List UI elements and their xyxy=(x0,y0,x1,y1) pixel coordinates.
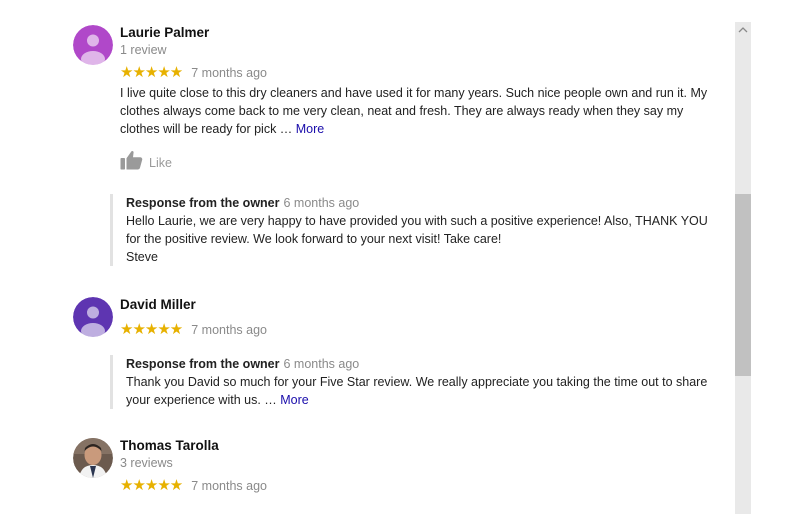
avatar-person-icon[interactable] xyxy=(73,297,113,337)
star-rating-icon: ★★★★★ xyxy=(120,321,183,338)
review-count: 1 review xyxy=(120,43,167,57)
response-text: Hello Laurie, we are very happy to have … xyxy=(126,214,708,264)
reviewer-name[interactable]: Laurie Palmer xyxy=(120,25,209,40)
avatar-person-icon[interactable] xyxy=(73,25,113,65)
response-title: Response from the owner xyxy=(126,357,280,371)
like-label: Like xyxy=(149,155,172,170)
review-count: 3 reviews xyxy=(120,456,173,470)
response-date: 6 months ago xyxy=(283,196,360,210)
scrollbar-thumb[interactable] xyxy=(735,194,751,376)
review-date: 7 months ago xyxy=(191,479,267,493)
response-title: Response from the owner xyxy=(126,196,280,210)
reviewer-name[interactable]: Thomas Tarolla xyxy=(120,438,219,453)
rating-row: ★★★★★ 7 months ago xyxy=(120,322,267,338)
response-text: Thank you David so much for your Five St… xyxy=(126,373,715,409)
star-rating-icon: ★★★★★ xyxy=(120,64,183,81)
owner-response: Response from the owner 6 months ago Hell… xyxy=(110,194,715,266)
rating-row: ★★★★★ 7 months ago xyxy=(120,478,267,494)
response-header: Response from the owner 6 months ago xyxy=(126,194,715,212)
avatar-photo[interactable] xyxy=(73,438,113,478)
thumbs-up-icon xyxy=(120,150,143,175)
owner-response: Response from the owner 6 months ago Than… xyxy=(110,355,715,409)
reviewer-name[interactable]: David Miller xyxy=(120,297,196,312)
scrollbar[interactable] xyxy=(735,22,751,514)
review-date: 7 months ago xyxy=(191,323,267,337)
response-body: Thank you David so much for your Five St… xyxy=(126,375,708,407)
review-date: 7 months ago xyxy=(191,66,267,80)
review-text: I live quite close to this dry cleaners … xyxy=(120,84,720,138)
review-body: I live quite close to this dry cleaners … xyxy=(120,86,708,136)
response-header: Response from the owner 6 months ago xyxy=(126,355,715,373)
more-link[interactable]: More xyxy=(280,393,308,407)
star-rating-icon: ★★★★★ xyxy=(120,477,183,494)
like-button[interactable]: Like xyxy=(120,150,172,175)
chevron-up-icon[interactable] xyxy=(735,22,751,38)
reviews-panel: Laurie Palmer 1 review ★★★★★ 7 months ag… xyxy=(0,0,735,514)
more-link[interactable]: More xyxy=(296,122,324,136)
response-date: 6 months ago xyxy=(283,357,360,371)
rating-row: ★★★★★ 7 months ago xyxy=(120,65,267,81)
